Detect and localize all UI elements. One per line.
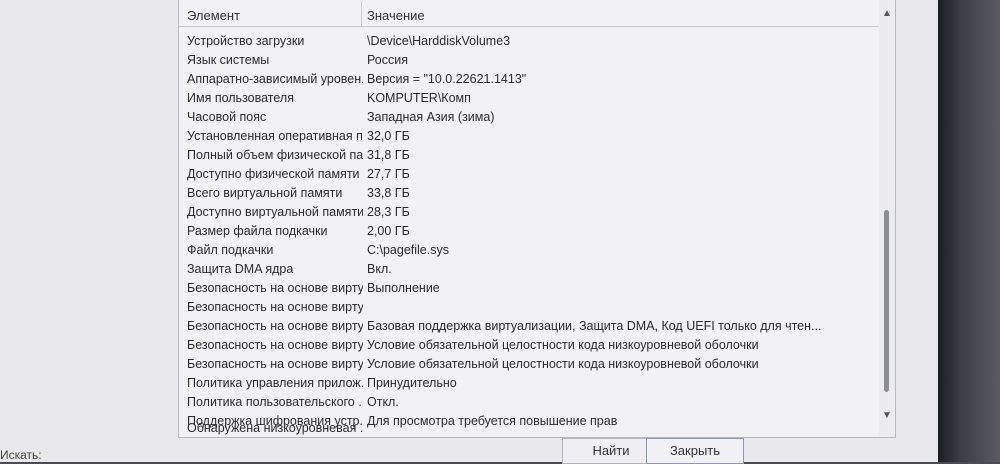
list-row[interactable]: Безопасность на основе вирту...: [179, 298, 879, 317]
row-value: 2,00 ГБ: [367, 224, 410, 238]
list-row[interactable]: Безопасность на основе вирту... Условие о…: [179, 355, 879, 374]
list-row[interactable]: Аппаратно-зависимый уровен... Версия = "1…: [179, 70, 879, 89]
list-header: Элемент Значение: [179, 0, 879, 27]
row-value: Условие обязательной целостности кода ни…: [367, 338, 759, 352]
list-row[interactable]: Файл подкачки C:\pagefile.sys: [179, 241, 879, 260]
list-row[interactable]: Установленная оперативная п... 32,0 ГБ: [179, 127, 879, 146]
row-name: Установленная оперативная п...: [187, 129, 363, 143]
list-row[interactable]: Обнаружена низкоуровневая ...: [179, 419, 879, 436]
list-row[interactable]: Размер файла подкачки 2,00 ГБ: [179, 222, 879, 241]
row-value: 27,7 ГБ: [367, 167, 410, 181]
row-value: Западная Азия (зима): [367, 110, 495, 124]
row-value: Условие обязательной целостности кода ни…: [367, 357, 759, 371]
list-row[interactable]: Политика пользовательского ... Откл.: [179, 393, 879, 412]
monitor-bezel: [938, 0, 1000, 462]
column-header-value[interactable]: Значение: [367, 8, 425, 23]
list-row[interactable]: Защита DMA ядра Вкл.: [179, 260, 879, 279]
list-row[interactable]: Безопасность на основе вирту... Выполнени…: [179, 279, 879, 298]
list-row[interactable]: Политика управления прилож... Принудитель…: [179, 374, 879, 393]
row-value: 33,8 ГБ: [367, 186, 410, 200]
list-row[interactable]: Доступно виртуальной памяти 28,3 ГБ: [179, 203, 879, 222]
row-value: Вкл.: [367, 262, 392, 276]
row-value: 31,8 ГБ: [367, 148, 410, 162]
column-divider[interactable]: [361, 2, 362, 26]
list-row[interactable]: Всего виртуальной памяти 33,8 ГБ: [179, 184, 879, 203]
monitor-screen: Элемент Значение Устройство загрузки \Dev…: [0, 0, 1000, 464]
row-name: Язык системы: [187, 53, 270, 67]
row-name: Безопасность на основе вирту...: [187, 281, 363, 295]
chevron-down-icon[interactable]: ▼: [882, 410, 892, 421]
system-info-window: Элемент Значение Устройство загрузки \Dev…: [0, 0, 940, 464]
row-name: Файл подкачки: [187, 243, 274, 257]
list-row[interactable]: Устройство загрузки \Device\HarddiskVolum…: [179, 32, 879, 51]
row-value: Версия = "10.0.22621.1413": [367, 72, 527, 86]
row-value: Россия: [367, 53, 408, 67]
row-value: KOMPUTER\Комп: [367, 91, 471, 105]
row-name: Устройство загрузки: [187, 34, 305, 48]
row-value: Откл.: [367, 395, 399, 409]
vertical-scrollbar[interactable]: ▲ ▼: [879, 0, 895, 437]
list-row[interactable]: Часовой пояс Западная Азия (зима): [179, 108, 879, 127]
list-row[interactable]: Полный объем физической па... 31,8 ГБ: [179, 146, 879, 165]
system-summary-list[interactable]: Элемент Значение Устройство загрузки \Dev…: [178, 0, 896, 438]
row-name: Политика пользовательского ...: [187, 395, 363, 409]
row-value: Базовая поддержка виртуализации, Защита …: [367, 319, 822, 333]
list-row[interactable]: Безопасность на основе вирту... Базовая п…: [179, 317, 879, 336]
row-name: Имя пользователя: [187, 91, 294, 105]
row-value: 28,3 ГБ: [367, 205, 410, 219]
list-row[interactable]: Язык системы Россия: [179, 51, 879, 70]
row-value: \Device\HarddiskVolume3: [367, 34, 511, 48]
row-name: Защита DMA ядра: [187, 262, 294, 276]
row-value: Выполнение: [367, 281, 440, 295]
row-name: Обнаружена низкоуровневая ...: [187, 421, 363, 435]
list-row[interactable]: Безопасность на основе вирту... Условие о…: [179, 336, 879, 355]
row-name: Размер файла подкачки: [187, 224, 328, 238]
row-name: Безопасность на основе вирту...: [187, 338, 363, 352]
row-name: Всего виртуальной памяти: [187, 186, 343, 200]
row-value: 32,0 ГБ: [367, 129, 410, 143]
row-name: Доступно виртуальной памяти: [187, 205, 363, 219]
row-name: Доступно физической памяти: [187, 167, 360, 181]
list-row[interactable]: Доступно физической памяти 27,7 ГБ: [179, 165, 879, 184]
row-value: Принудительно: [367, 376, 457, 390]
close-button[interactable]: Закрыть: [646, 438, 744, 464]
chevron-up-icon[interactable]: ▲: [882, 8, 892, 19]
row-name: Политика управления прилож...: [187, 376, 363, 390]
row-name: Безопасность на основе вирту...: [187, 357, 363, 371]
row-name: Безопасность на основе вирту...: [187, 319, 363, 333]
list-row[interactable]: Имя пользователя KOMPUTER\Комп: [179, 89, 879, 108]
column-header-item[interactable]: Элемент: [187, 8, 240, 23]
row-name: Полный объем физической па...: [187, 148, 363, 162]
row-name: Безопасность на основе вирту...: [187, 300, 363, 314]
scrollbar-thumb[interactable]: [884, 210, 889, 392]
search-label: Искать:: [0, 448, 42, 462]
row-name: Аппаратно-зависимый уровен...: [187, 72, 363, 86]
row-name: Часовой пояс: [187, 110, 267, 124]
row-value: C:\pagefile.sys: [367, 243, 449, 257]
